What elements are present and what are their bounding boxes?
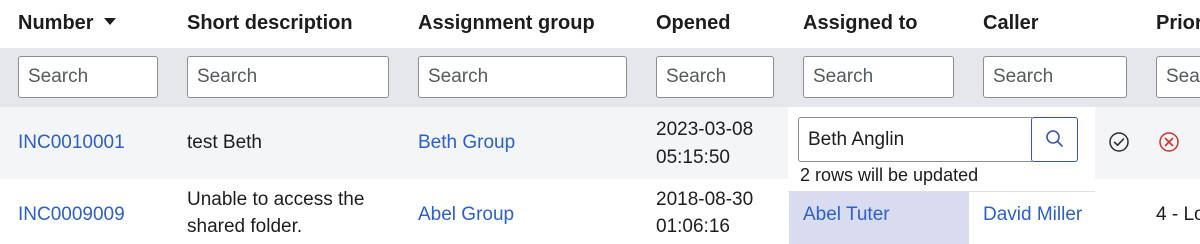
search-input-number[interactable] [18, 56, 158, 98]
opened-date-cell: 2023-03-08 [656, 119, 754, 140]
search-input-opened[interactable] [656, 56, 774, 98]
column-header-assignment-group[interactable]: Assignment group [418, 12, 595, 35]
column-search-row [0, 48, 1200, 107]
column-header-row: Number Short description Assignment grou… [0, 0, 1200, 48]
reference-lookup-button[interactable] [1031, 117, 1078, 162]
sort-descending-icon[interactable] [103, 18, 116, 26]
search-input-assigned-to[interactable] [803, 56, 954, 98]
bulk-update-note: 2 rows will be updated [800, 165, 979, 185]
caller-link[interactable]: David Miller [983, 202, 1082, 228]
short-description-cell: test Beth [187, 132, 262, 153]
column-header-caller[interactable]: Caller [983, 12, 1039, 35]
search-input-priority[interactable] [1156, 56, 1200, 98]
opened-date-cell: 2018-08-30 [656, 189, 754, 210]
assignment-group-link[interactable]: Beth Group [418, 130, 515, 156]
cancel-edit-button[interactable] [1157, 130, 1181, 154]
column-header-opened[interactable]: Opened [656, 12, 730, 35]
inline-cell-editor: 2 rows will be updated [788, 107, 1095, 192]
incident-number-link[interactable]: INC0009009 [18, 202, 125, 228]
priority-cell: 4 - Lo [1156, 204, 1200, 225]
search-input-short-description[interactable] [187, 56, 389, 98]
assigned-to-editor-input[interactable] [798, 117, 1032, 162]
column-header-assigned-to[interactable]: Assigned to [803, 12, 917, 35]
assigned-to-link[interactable]: Abel Tuter [803, 202, 890, 228]
save-edit-button[interactable] [1107, 130, 1131, 154]
check-circle-icon [1109, 132, 1129, 152]
short-description-line-2: shared folder. [187, 216, 303, 237]
column-header-number[interactable]: Number [18, 12, 116, 35]
search-input-assignment-group[interactable] [418, 56, 627, 98]
search-icon [1046, 130, 1063, 147]
search-input-caller[interactable] [983, 56, 1127, 98]
opened-time-cell: 01:06:16 [656, 216, 730, 237]
close-circle-icon [1159, 132, 1179, 152]
incident-number-link[interactable]: INC0010001 [18, 130, 125, 156]
short-description-line-1: Unable to access the [187, 189, 365, 210]
column-header-short-description[interactable]: Short description [187, 12, 353, 35]
column-header-label: Number [18, 12, 94, 34]
opened-time-cell: 05:15:50 [656, 147, 730, 168]
assignment-group-link[interactable]: Abel Group [418, 202, 514, 228]
column-header-priority[interactable]: Prior [1156, 12, 1200, 35]
